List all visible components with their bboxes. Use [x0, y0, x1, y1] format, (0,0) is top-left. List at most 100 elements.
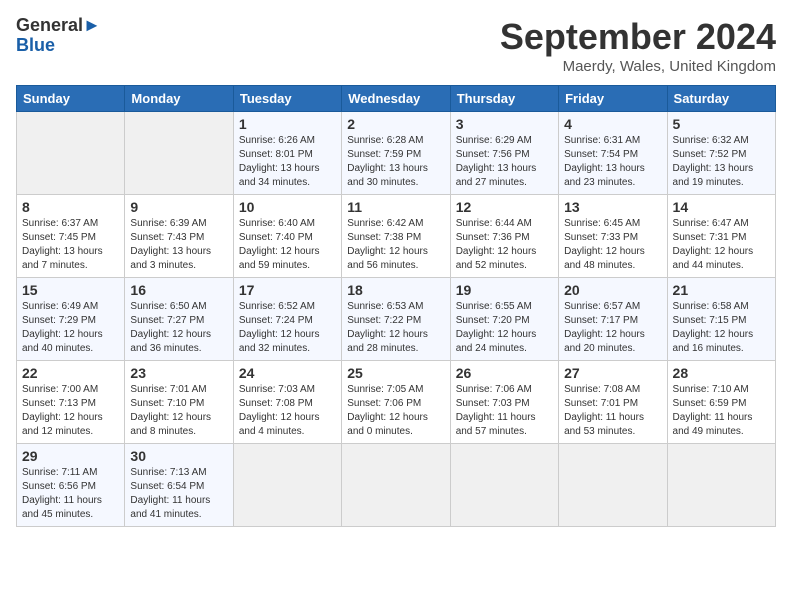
- logo-line1: General►: [16, 16, 101, 36]
- day-info: Sunrise: 6:53 AMSunset: 7:22 PMDaylight:…: [347, 301, 428, 354]
- day-number: 14: [673, 199, 770, 215]
- day-number: 30: [130, 448, 227, 464]
- day-info: Sunrise: 6:47 AMSunset: 7:31 PMDaylight:…: [673, 218, 754, 271]
- header-saturday: Saturday: [667, 86, 775, 112]
- day-cell-12: 12 Sunrise: 6:44 AMSunset: 7:36 PMDaylig…: [450, 195, 558, 278]
- day-info: Sunrise: 6:29 AMSunset: 7:56 PMDaylight:…: [456, 135, 537, 188]
- day-number: 19: [456, 282, 553, 298]
- day-number: 22: [22, 365, 119, 381]
- day-info: Sunrise: 6:45 AMSunset: 7:33 PMDaylight:…: [564, 218, 645, 271]
- day-cell-30: 30 Sunrise: 7:13 AMSunset: 6:54 PMDaylig…: [125, 444, 233, 527]
- title-area: September 2024 Maerdy, Wales, United Kin…: [500, 16, 776, 75]
- day-cell-1: 1 Sunrise: 6:26 AMSunset: 8:01 PMDayligh…: [233, 112, 341, 195]
- empty-cell-w5-d5: [559, 444, 667, 527]
- day-number: 5: [673, 116, 770, 132]
- day-number: 24: [239, 365, 336, 381]
- day-info: Sunrise: 6:44 AMSunset: 7:36 PMDaylight:…: [456, 218, 537, 271]
- calendar-table: SundayMondayTuesdayWednesdayThursdayFrid…: [16, 85, 776, 527]
- header-tuesday: Tuesday: [233, 86, 341, 112]
- day-info: Sunrise: 7:13 AMSunset: 6:54 PMDaylight:…: [130, 467, 210, 520]
- header-sunday: Sunday: [17, 86, 125, 112]
- day-number: 2: [347, 116, 444, 132]
- day-info: Sunrise: 6:26 AMSunset: 8:01 PMDaylight:…: [239, 135, 320, 188]
- day-cell-4: 4 Sunrise: 6:31 AMSunset: 7:54 PMDayligh…: [559, 112, 667, 195]
- day-info: Sunrise: 7:06 AMSunset: 7:03 PMDaylight:…: [456, 384, 536, 437]
- day-number: 9: [130, 199, 227, 215]
- day-number: 29: [22, 448, 119, 464]
- week-row-5: 29 Sunrise: 7:11 AMSunset: 6:56 PMDaylig…: [17, 444, 776, 527]
- day-cell-23: 23 Sunrise: 7:01 AMSunset: 7:10 PMDaylig…: [125, 361, 233, 444]
- empty-cell-w1-d1: [125, 112, 233, 195]
- day-info: Sunrise: 7:05 AMSunset: 7:06 PMDaylight:…: [347, 384, 428, 437]
- day-number: 26: [456, 365, 553, 381]
- day-info: Sunrise: 6:40 AMSunset: 7:40 PMDaylight:…: [239, 218, 320, 271]
- day-number: 11: [347, 199, 444, 215]
- day-info: Sunrise: 6:28 AMSunset: 7:59 PMDaylight:…: [347, 135, 428, 188]
- day-number: 17: [239, 282, 336, 298]
- day-number: 10: [239, 199, 336, 215]
- day-number: 16: [130, 282, 227, 298]
- day-info: Sunrise: 7:03 AMSunset: 7:08 PMDaylight:…: [239, 384, 320, 437]
- day-number: 28: [673, 365, 770, 381]
- empty-cell-w1-d0: [17, 112, 125, 195]
- day-cell-21: 21 Sunrise: 6:58 AMSunset: 7:15 PMDaylig…: [667, 278, 775, 361]
- day-cell-2: 2 Sunrise: 6:28 AMSunset: 7:59 PMDayligh…: [342, 112, 450, 195]
- day-cell-13: 13 Sunrise: 6:45 AMSunset: 7:33 PMDaylig…: [559, 195, 667, 278]
- empty-cell-w5-d6: [667, 444, 775, 527]
- day-cell-16: 16 Sunrise: 6:50 AMSunset: 7:27 PMDaylig…: [125, 278, 233, 361]
- day-number: 12: [456, 199, 553, 215]
- day-number: 15: [22, 282, 119, 298]
- header-monday: Monday: [125, 86, 233, 112]
- day-cell-20: 20 Sunrise: 6:57 AMSunset: 7:17 PMDaylig…: [559, 278, 667, 361]
- empty-cell-w5-d4: [450, 444, 558, 527]
- day-info: Sunrise: 6:52 AMSunset: 7:24 PMDaylight:…: [239, 301, 320, 354]
- day-number: 25: [347, 365, 444, 381]
- day-number: 23: [130, 365, 227, 381]
- day-cell-18: 18 Sunrise: 6:53 AMSunset: 7:22 PMDaylig…: [342, 278, 450, 361]
- day-info: Sunrise: 6:49 AMSunset: 7:29 PMDaylight:…: [22, 301, 103, 354]
- day-info: Sunrise: 6:55 AMSunset: 7:20 PMDaylight:…: [456, 301, 537, 354]
- day-cell-17: 17 Sunrise: 6:52 AMSunset: 7:24 PMDaylig…: [233, 278, 341, 361]
- calendar-body: 1 Sunrise: 6:26 AMSunset: 8:01 PMDayligh…: [17, 112, 776, 527]
- day-number: 4: [564, 116, 661, 132]
- week-row-2: 8 Sunrise: 6:37 AMSunset: 7:45 PMDayligh…: [17, 195, 776, 278]
- day-info: Sunrise: 6:37 AMSunset: 7:45 PMDaylight:…: [22, 218, 103, 271]
- day-cell-26: 26 Sunrise: 7:06 AMSunset: 7:03 PMDaylig…: [450, 361, 558, 444]
- day-cell-24: 24 Sunrise: 7:03 AMSunset: 7:08 PMDaylig…: [233, 361, 341, 444]
- day-cell-11: 11 Sunrise: 6:42 AMSunset: 7:38 PMDaylig…: [342, 195, 450, 278]
- day-info: Sunrise: 6:57 AMSunset: 7:17 PMDaylight:…: [564, 301, 645, 354]
- day-number: 18: [347, 282, 444, 298]
- day-cell-22: 22 Sunrise: 7:00 AMSunset: 7:13 PMDaylig…: [17, 361, 125, 444]
- day-cell-10: 10 Sunrise: 6:40 AMSunset: 7:40 PMDaylig…: [233, 195, 341, 278]
- day-cell-8: 8 Sunrise: 6:37 AMSunset: 7:45 PMDayligh…: [17, 195, 125, 278]
- day-info: Sunrise: 7:11 AMSunset: 6:56 PMDaylight:…: [22, 467, 102, 520]
- day-cell-29: 29 Sunrise: 7:11 AMSunset: 6:56 PMDaylig…: [17, 444, 125, 527]
- day-info: Sunrise: 7:10 AMSunset: 6:59 PMDaylight:…: [673, 384, 753, 437]
- day-cell-5: 5 Sunrise: 6:32 AMSunset: 7:52 PMDayligh…: [667, 112, 775, 195]
- week-row-3: 15 Sunrise: 6:49 AMSunset: 7:29 PMDaylig…: [17, 278, 776, 361]
- logo-line2: Blue: [16, 36, 101, 56]
- header-wednesday: Wednesday: [342, 86, 450, 112]
- logo: General► Blue: [16, 16, 101, 56]
- day-info: Sunrise: 6:32 AMSunset: 7:52 PMDaylight:…: [673, 135, 754, 188]
- day-number: 3: [456, 116, 553, 132]
- day-info: Sunrise: 6:39 AMSunset: 7:43 PMDaylight:…: [130, 218, 211, 271]
- empty-cell-w5-d3: [342, 444, 450, 527]
- location: Maerdy, Wales, United Kingdom: [500, 58, 776, 75]
- day-info: Sunrise: 6:31 AMSunset: 7:54 PMDaylight:…: [564, 135, 645, 188]
- empty-cell-w5-d2: [233, 444, 341, 527]
- week-row-4: 22 Sunrise: 7:00 AMSunset: 7:13 PMDaylig…: [17, 361, 776, 444]
- day-cell-3: 3 Sunrise: 6:29 AMSunset: 7:56 PMDayligh…: [450, 112, 558, 195]
- day-info: Sunrise: 7:08 AMSunset: 7:01 PMDaylight:…: [564, 384, 644, 437]
- page-header: General► Blue September 2024 Maerdy, Wal…: [16, 16, 776, 75]
- day-number: 1: [239, 116, 336, 132]
- day-number: 13: [564, 199, 661, 215]
- header-thursday: Thursday: [450, 86, 558, 112]
- day-info: Sunrise: 6:42 AMSunset: 7:38 PMDaylight:…: [347, 218, 428, 271]
- day-info: Sunrise: 7:00 AMSunset: 7:13 PMDaylight:…: [22, 384, 103, 437]
- header-friday: Friday: [559, 86, 667, 112]
- day-cell-27: 27 Sunrise: 7:08 AMSunset: 7:01 PMDaylig…: [559, 361, 667, 444]
- day-info: Sunrise: 6:50 AMSunset: 7:27 PMDaylight:…: [130, 301, 211, 354]
- day-number: 27: [564, 365, 661, 381]
- day-info: Sunrise: 7:01 AMSunset: 7:10 PMDaylight:…: [130, 384, 211, 437]
